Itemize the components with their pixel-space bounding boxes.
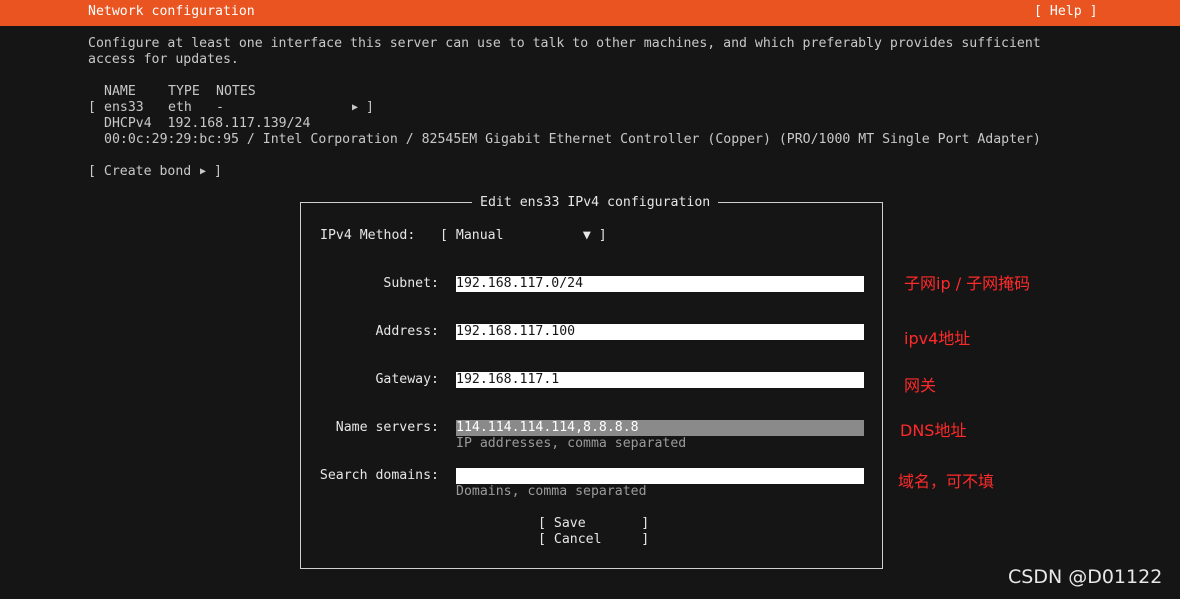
row-bracket-close: ]: [366, 100, 374, 115]
interface-type: eth: [168, 100, 192, 115]
name-servers-hint: IP addresses, comma separated: [456, 436, 687, 451]
gateway-label: Gateway:: [375, 372, 439, 387]
address-input[interactable]: 192.168.117.100: [456, 324, 864, 340]
intro-line-2: access for updates.: [88, 52, 239, 67]
ipv4-method-select[interactable]: [ Manual ▼ ]: [440, 228, 607, 244]
search-domains-label: Search domains:: [319, 468, 439, 483]
column-header-name: NAME: [104, 84, 136, 99]
page-title: Network configuration: [88, 4, 255, 19]
intro-line-1: Configure at least one interface this se…: [88, 36, 1041, 51]
ipv4-method-label: IPv4 Method:: [320, 228, 416, 243]
title-bar: Network configuration [ Help ]: [0, 0, 1180, 26]
save-button[interactable]: [ Save ]: [538, 516, 649, 532]
annotation-dns: DNS地址: [900, 421, 967, 440]
subnet-input[interactable]: 192.168.117.0/24: [456, 276, 864, 292]
watermark: CSDN @D01122: [1008, 566, 1163, 588]
interface-name: ens33: [104, 100, 144, 115]
name-servers-label: Name servers:: [335, 420, 439, 435]
annotation-address: ipv4地址: [904, 329, 971, 348]
search-domains-hint: Domains, comma separated: [456, 484, 647, 499]
create-bond-label: [ Create bond: [88, 164, 192, 179]
create-bond-arrow-icon: ▶: [200, 166, 207, 177]
interface-menu-arrow-icon[interactable]: ▶: [352, 100, 358, 116]
name-servers-input[interactable]: 114.114.114.114,8.8.8.8: [456, 420, 864, 436]
create-bond-close: ]: [214, 164, 222, 179]
interface-notes: -: [216, 100, 224, 115]
annotation-subnet: 子网ip / 子网掩码: [904, 274, 1031, 293]
column-header-notes: NOTES: [216, 84, 256, 99]
column-header-type: TYPE: [168, 84, 200, 99]
interface-device-info: 00:0c:29:29:bc:95 / Intel Corporation / …: [104, 132, 1041, 147]
annotation-gateway: 网关: [904, 376, 937, 395]
help-button[interactable]: [ Help ]: [1034, 4, 1098, 20]
address-label: Address:: [375, 324, 439, 339]
row-bracket-open: [: [88, 100, 96, 115]
annotation-search: 域名，可不填: [898, 472, 995, 491]
interface-dhcp-info: DHCPv4 192.168.117.139/24: [104, 116, 311, 131]
search-domains-input[interactable]: [456, 468, 864, 484]
subnet-label: Subnet:: [383, 276, 439, 291]
cancel-button[interactable]: [ Cancel ]: [538, 532, 649, 548]
dialog-title: Edit ens33 IPv4 configuration: [472, 195, 719, 211]
gateway-input[interactable]: 192.168.117.1: [456, 372, 864, 388]
